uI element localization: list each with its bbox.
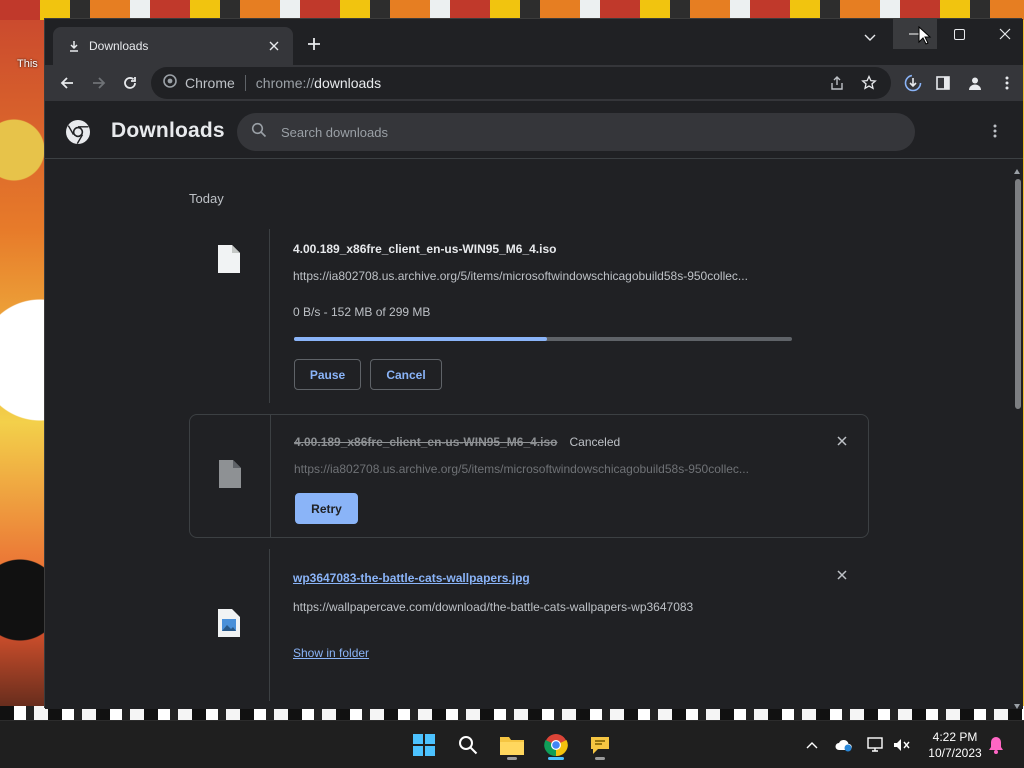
file-name-row: wp3647083-the-battle-cats-wallpapers.jpg — [293, 569, 853, 587]
file-name: 4.00.189_x86fre_client_en-us-WIN95_M6_4.… — [293, 242, 557, 256]
tab-downloads[interactable]: Downloads — [53, 27, 293, 65]
remove-item-icon[interactable] — [832, 565, 852, 585]
canceled-status: Canceled — [569, 435, 621, 449]
downloads-toolbar-icon[interactable] — [899, 69, 927, 97]
app-active-indicator — [548, 757, 564, 760]
address-bar[interactable]: Chrome chrome://downloads — [151, 67, 891, 99]
search-box[interactable] — [237, 113, 915, 151]
file-name-link[interactable]: wp3647083-the-battle-cats-wallpapers.jpg — [293, 571, 530, 585]
pause-button[interactable]: Pause — [294, 359, 361, 390]
chrome-logo-icon — [65, 119, 91, 145]
wallpaper-top-strip — [0, 0, 1024, 20]
image-file-icon — [218, 608, 240, 642]
maximize-button[interactable] — [937, 19, 981, 49]
reload-button[interactable] — [116, 69, 144, 97]
volume-muted-icon[interactable] — [892, 735, 912, 755]
tab-close-icon[interactable] — [261, 33, 287, 59]
cancel-button[interactable]: Cancel — [370, 359, 442, 390]
mouse-cursor-icon — [918, 25, 932, 46]
file-url[interactable]: https://ia802708.us.archive.org/5/items/… — [293, 269, 793, 283]
file-icon-column — [189, 549, 270, 701]
search-icon — [251, 122, 267, 143]
download-item: 4.00.189_x86fre_client_en-us-WIN95_M6_4.… — [189, 414, 869, 538]
downloads-page: Downloads Today 4.00.189_x86fre_client_e… — [45, 101, 1023, 709]
address-url: chrome://downloads — [255, 75, 382, 91]
address-separator — [244, 75, 246, 91]
download-details: 4.00.189_x86fre_client_en-us-WIN95_M6_4.… — [294, 415, 854, 476]
chevron-down-icon[interactable] — [857, 25, 883, 51]
app-running-indicator — [595, 757, 605, 760]
clock-date: 10/7/2023 — [928, 746, 982, 760]
page-title: Downloads — [111, 119, 225, 142]
file-icon — [218, 245, 240, 278]
notification-bell-icon[interactable] — [986, 735, 1006, 755]
file-name-row: 4.00.189_x86fre_client_en-us-WIN95_M6_4.… — [294, 435, 854, 449]
profile-icon[interactable] — [961, 69, 989, 97]
browser-menu-icon[interactable] — [993, 69, 1021, 97]
download-progress-bar — [294, 337, 792, 341]
file-url[interactable]: https://wallpapercave.com/download/the-b… — [293, 600, 793, 614]
download-details: wp3647083-the-battle-cats-wallpapers.jpg… — [293, 549, 853, 662]
chrome-app-icon[interactable] — [540, 729, 572, 761]
windows-start-icon[interactable] — [408, 729, 440, 761]
chrome-logo-icon — [163, 73, 177, 93]
date-group-label: Today — [189, 191, 224, 206]
share-icon[interactable] — [825, 71, 849, 95]
download-progress-text: 0 B/s - 152 MB of 299 MB — [293, 305, 431, 319]
browser-toolbar: Chrome chrome://downloads — [45, 65, 1023, 101]
download-item: 4.00.189_x86fre_client_en-us-WIN95_M6_4.… — [189, 229, 869, 403]
app-running-indicator — [507, 757, 517, 760]
file-icon-column — [189, 229, 270, 403]
side-panel-icon[interactable] — [929, 69, 957, 97]
taskbar: 4:22 PM 10/7/2023 — [0, 720, 1024, 768]
search-icon[interactable] — [452, 729, 484, 761]
tray-chevron-up-icon[interactable] — [802, 735, 822, 755]
tab-title: Downloads — [89, 39, 149, 53]
network-icon[interactable] — [866, 735, 886, 755]
download-progress-fill — [294, 337, 547, 341]
forward-button[interactable] — [85, 69, 113, 97]
download-icon — [67, 39, 81, 53]
system-clock[interactable]: 4:22 PM 10/7/2023 — [918, 729, 992, 761]
more-options-icon[interactable] — [985, 121, 1005, 141]
scroll-down-arrow-icon[interactable] — [1013, 697, 1021, 709]
new-tab-button[interactable] — [301, 31, 327, 57]
show-in-folder-link[interactable]: Show in folder — [293, 646, 369, 660]
file-url[interactable]: https://ia802708.us.archive.org/5/items/… — [294, 462, 794, 476]
clock-time: 4:22 PM — [932, 730, 978, 744]
close-window-button[interactable] — [983, 19, 1024, 49]
back-button[interactable] — [53, 69, 81, 97]
onedrive-cloud-icon[interactable] — [834, 735, 854, 755]
file-name: 4.00.189_x86fre_client_en-us-WIN95_M6_4.… — [294, 435, 558, 449]
bookmark-star-icon[interactable] — [857, 71, 881, 95]
file-icon-column — [190, 415, 271, 537]
desktop-icon-label[interactable]: This — [17, 58, 38, 70]
file-explorer-icon[interactable] — [496, 729, 528, 761]
search-input[interactable] — [281, 113, 915, 151]
file-icon — [219, 459, 241, 493]
remove-item-icon[interactable] — [832, 431, 852, 451]
retry-button[interactable]: Retry — [295, 493, 358, 524]
scroll-up-arrow-icon[interactable] — [1013, 163, 1021, 174]
download-item: wp3647083-the-battle-cats-wallpapers.jpg… — [189, 549, 869, 701]
feedback-hub-icon[interactable] — [584, 729, 616, 761]
show-in-folder-row: Show in folder — [293, 644, 853, 662]
download-details: 4.00.189_x86fre_client_en-us-WIN95_M6_4.… — [293, 229, 853, 319]
title-bar: Downloads — [45, 19, 1023, 65]
browser-window: Downloads Chrome chrome://downloads Down… — [44, 18, 1023, 709]
downloads-header: Downloads — [45, 101, 1023, 159]
scrollbar-thumb[interactable] — [1015, 179, 1021, 409]
address-site-label: Chrome — [185, 75, 235, 91]
